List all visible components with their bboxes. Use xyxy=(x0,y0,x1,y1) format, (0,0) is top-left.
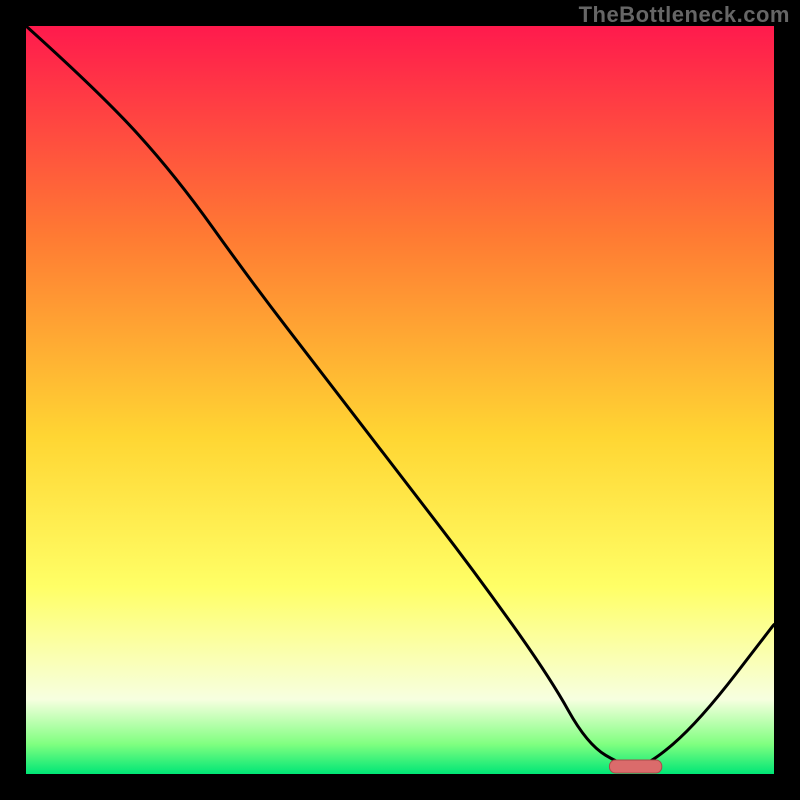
watermark-text: TheBottleneck.com xyxy=(579,2,790,28)
plot-area xyxy=(26,26,774,774)
plot-svg xyxy=(26,26,774,774)
gradient-background xyxy=(26,26,774,774)
chart-frame: TheBottleneck.com xyxy=(0,0,800,800)
optimal-marker xyxy=(609,760,661,773)
